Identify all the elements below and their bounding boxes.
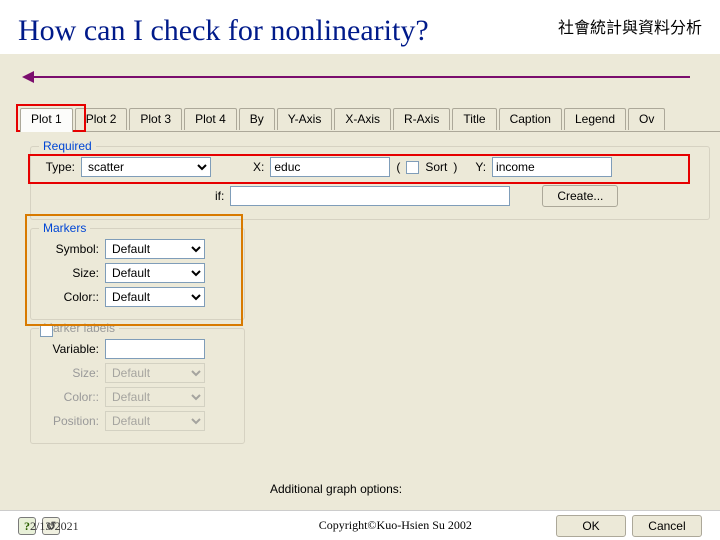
x-label: X: xyxy=(253,160,264,174)
y-input[interactable] xyxy=(492,157,612,177)
y-label: Y: xyxy=(475,160,486,174)
tab-caption[interactable]: Caption xyxy=(499,108,562,130)
required-group: Required Type: scatter X: ( Sort ) Y: if… xyxy=(30,146,710,220)
mlcolor-label: Color:: xyxy=(39,390,99,404)
msize-select[interactable]: Default xyxy=(105,263,205,283)
footer-copyright: Copyright©Kuo-Hsien Su 2002 xyxy=(319,518,472,533)
tab-yaxis[interactable]: Y-Axis xyxy=(277,108,333,130)
tab-raxis[interactable]: R-Axis xyxy=(393,108,450,130)
paren-open: ( xyxy=(396,160,400,174)
symbol-select[interactable]: Default xyxy=(105,239,205,259)
page-subtitle: 社會統計與資料分析 xyxy=(558,14,702,38)
mlcolor-select: Default xyxy=(105,387,205,407)
tab-strip: Plot 1 Plot 2 Plot 3 Plot 4 By Y-Axis X-… xyxy=(20,108,720,132)
arrow-line xyxy=(30,76,690,78)
mcolor-label: Color:: xyxy=(39,290,99,304)
ok-button[interactable]: OK xyxy=(556,515,626,537)
tab-overall[interactable]: Ov xyxy=(628,108,665,130)
footer-bar: ? ↺ 2/13/2021 Copyright©Kuo-Hsien Su 200… xyxy=(0,510,720,540)
tab-title[interactable]: Title xyxy=(452,108,496,130)
sort-label: Sort xyxy=(425,160,447,174)
type-label: Type: xyxy=(39,160,75,174)
markers-legend: Markers xyxy=(39,221,90,235)
paren-close: ) xyxy=(453,160,457,174)
required-legend: Required xyxy=(39,139,96,153)
markerlabels-group: Marker labels Variable: Size: Default Co… xyxy=(30,328,245,444)
mlsize-label: Size: xyxy=(39,366,99,380)
if-label: if: xyxy=(215,189,224,203)
mlposition-label: Position: xyxy=(39,414,99,428)
tab-plot4[interactable]: Plot 4 xyxy=(184,108,237,130)
markerlabels-enable-checkbox[interactable] xyxy=(40,324,53,337)
if-input[interactable] xyxy=(230,186,510,206)
footer-date: ? ↺ 2/13/2021 xyxy=(18,517,115,535)
page-title: How can I check for nonlinearity? xyxy=(18,14,429,48)
dialog-panel: Plot 1 Plot 2 Plot 3 Plot 4 By Y-Axis X-… xyxy=(20,108,720,500)
type-select[interactable]: scatter xyxy=(81,157,211,177)
tab-by[interactable]: By xyxy=(239,108,275,130)
tab-plot1[interactable]: Plot 1 xyxy=(20,108,73,132)
tab-xaxis[interactable]: X-Axis xyxy=(334,108,391,130)
msize-label: Size: xyxy=(39,266,99,280)
tab-plot2[interactable]: Plot 2 xyxy=(75,108,128,130)
tab-plot3[interactable]: Plot 3 xyxy=(129,108,182,130)
create-button[interactable]: Create... xyxy=(542,185,618,207)
mcolor-select[interactable]: Default xyxy=(105,287,205,307)
arrow-head-icon xyxy=(22,71,34,83)
cancel-button[interactable]: Cancel xyxy=(632,515,702,537)
addl-options-label: Additional graph options: xyxy=(270,482,402,496)
sort-checkbox[interactable] xyxy=(406,161,419,174)
markers-group: Markers Symbol: Default Size: Default Co… xyxy=(30,228,245,320)
x-input[interactable] xyxy=(270,157,390,177)
mlsize-select: Default xyxy=(105,363,205,383)
symbol-label: Symbol: xyxy=(39,242,99,256)
mlposition-select: Default xyxy=(105,411,205,431)
variable-input[interactable] xyxy=(105,339,205,359)
tab-legend[interactable]: Legend xyxy=(564,108,626,130)
variable-label: Variable: xyxy=(39,342,99,356)
